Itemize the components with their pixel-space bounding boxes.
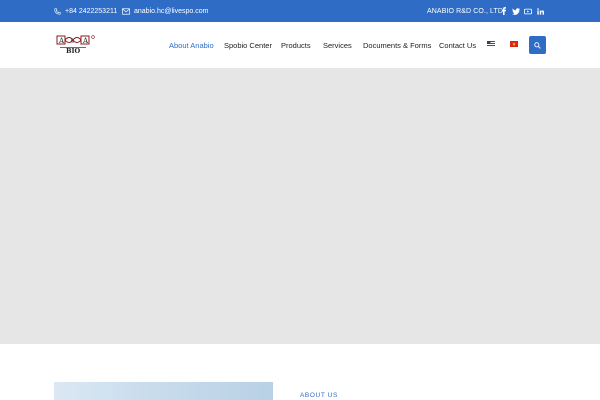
search-icon xyxy=(534,41,541,49)
nav-item-services[interactable]: Services xyxy=(323,41,352,50)
nav-item-spobio-center[interactable]: Spobio Center xyxy=(224,41,272,50)
svg-text:A: A xyxy=(58,37,65,45)
svg-text:&: & xyxy=(71,39,75,45)
about-section-label: ABOUT US xyxy=(300,392,338,399)
svg-text:BIO: BIO xyxy=(66,47,81,55)
phone-icon xyxy=(54,7,61,15)
anabio-logo-icon: A & A BIO xyxy=(56,35,95,55)
email-contact[interactable]: anabio.hc@livespo.com xyxy=(122,0,208,22)
email-address: anabio.hc@livespo.com xyxy=(134,7,209,15)
phone-number: +84 2422253211 xyxy=(65,7,118,15)
linkedin-icon[interactable] xyxy=(535,6,545,16)
hero-banner xyxy=(0,68,600,344)
twitter-icon[interactable] xyxy=(511,6,521,16)
vn-flag-icon[interactable] xyxy=(510,41,518,47)
site-logo[interactable]: A & A BIO xyxy=(55,34,97,56)
nav-item-contact-us[interactable]: Contact Us xyxy=(439,41,476,50)
phone-contact[interactable]: +84 2422253211 xyxy=(54,0,117,22)
nav-item-documents-forms[interactable]: Documents & Forms xyxy=(363,41,431,50)
youtube-icon[interactable] xyxy=(523,6,533,16)
nav-item-products[interactable]: Products xyxy=(281,41,311,50)
main-header: A & A BIO About Anabio Spobio Center Pro… xyxy=(0,22,600,68)
top-bar: +84 2422253211 anabio.hc@livespo.com ANA… xyxy=(0,0,600,22)
us-flag-icon[interactable] xyxy=(487,41,495,47)
mail-icon xyxy=(122,7,130,15)
search-button[interactable] xyxy=(529,36,546,54)
nav-item-about-anabio[interactable]: About Anabio xyxy=(169,41,214,50)
facebook-icon[interactable] xyxy=(499,6,509,16)
company-name: ANABIO R&D CO., LTD xyxy=(427,7,504,15)
about-image xyxy=(54,382,273,400)
svg-text:A: A xyxy=(82,37,89,45)
